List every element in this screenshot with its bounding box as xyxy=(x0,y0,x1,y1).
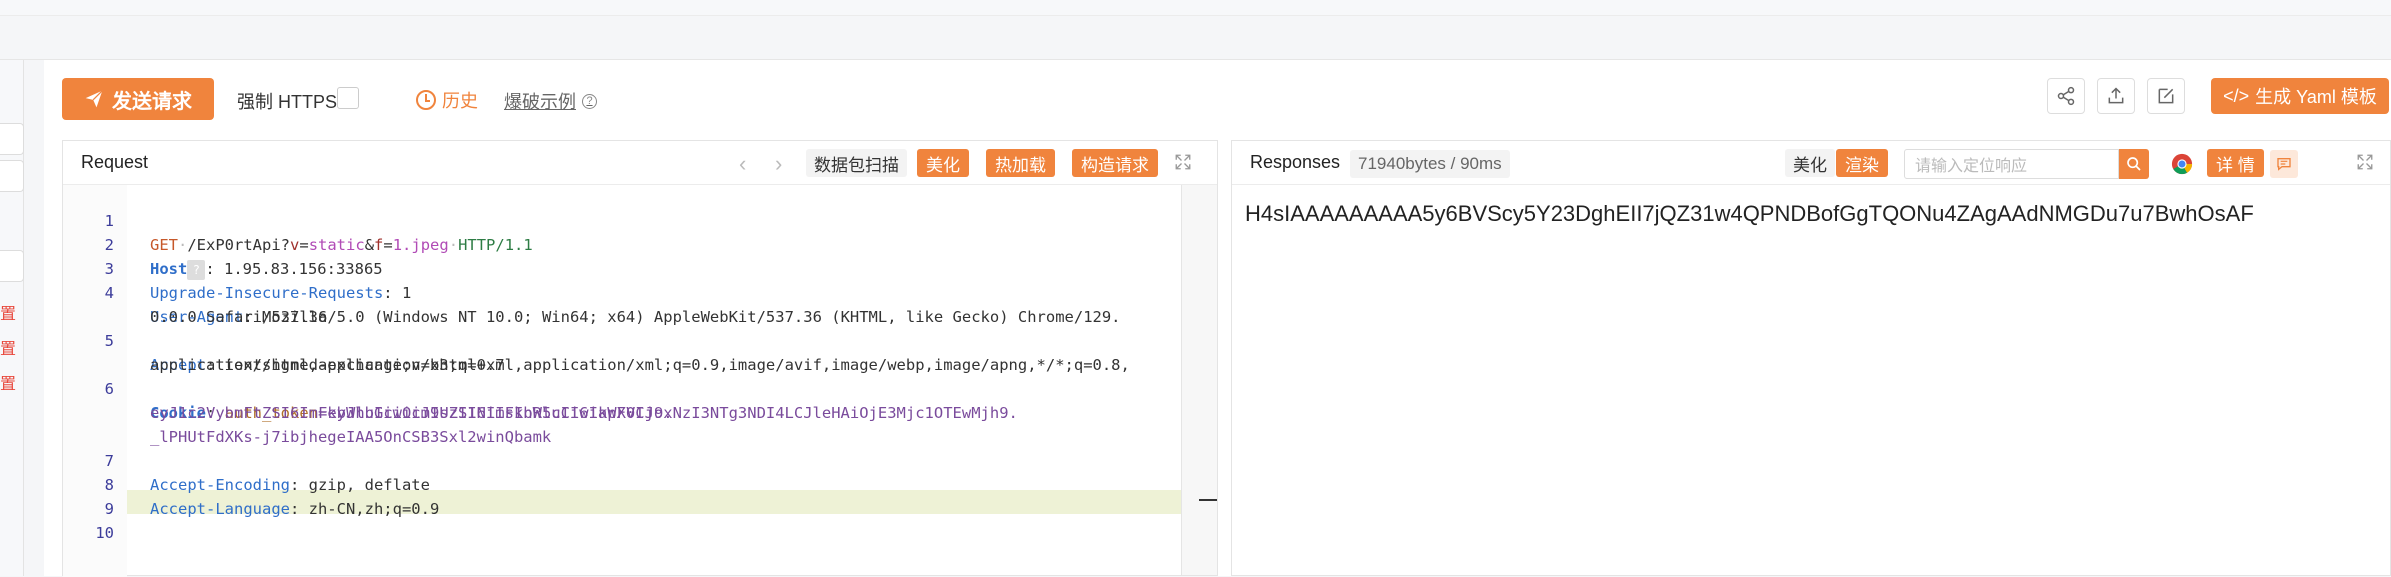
expand-icon[interactable] xyxy=(1174,153,1192,171)
generate-yaml-template-button[interactable]: </> 生成 Yaml 模板 xyxy=(2211,78,2389,114)
editor-scrollbar[interactable] xyxy=(1181,185,1217,575)
construct-request-button[interactable]: 构造请求 xyxy=(1072,149,1158,177)
beautify-button[interactable]: 美化 xyxy=(917,149,969,177)
upload-icon xyxy=(2108,87,2124,104)
edit-icon xyxy=(2158,88,2174,104)
code-line-wrap: eyJ1c2VybmFtZSI6ImFkbWluIiwicm9sZSI6ImFk… xyxy=(150,404,1018,422)
code-line: 6 Cookie: auth_token=eyJhbGciOiJIUzI1NiI… xyxy=(63,353,673,422)
share-icon xyxy=(2057,86,2075,106)
details-button[interactable]: 详 情 xyxy=(2207,149,2264,177)
bruteforce-examples-link[interactable]: 爆破示例 ? xyxy=(504,88,597,114)
code-line: 2 Host?: 1.95.83.156:33865 xyxy=(63,209,383,280)
response-panel: Responses 71940bytes / 90ms 美化 渲染 请输入定位响… xyxy=(1231,140,2391,576)
request-panel-header: Request ‹ › 数据包扫描 美化 热加载 构造请求 xyxy=(63,141,1217,185)
code-line-wrap: 0.0.0 Safari/537.36 xyxy=(150,308,328,326)
main-area: 发送请求 强制 HTTPS 历史 爆破示例 ? </> 生成 Yaml 模板 R… xyxy=(44,60,2391,577)
line-number: 10 xyxy=(95,524,114,542)
search-button[interactable] xyxy=(2119,149,2149,179)
top-bar xyxy=(0,16,2391,60)
response-beautify-button[interactable]: 美化 xyxy=(1785,149,1835,177)
top-strip xyxy=(0,0,2391,16)
send-request-button[interactable]: 发送请求 xyxy=(62,78,214,120)
left-rail-item[interactable]: 置 xyxy=(0,335,16,359)
response-panel-header: Responses 71940bytes / 90ms 美化 渲染 请输入定位响… xyxy=(1232,141,2390,185)
code-line: 3 Upgrade-Insecure-Requests: 1 xyxy=(63,233,412,302)
paper-plane-icon xyxy=(85,90,103,108)
chevron-left-icon[interactable]: ‹ xyxy=(739,151,746,177)
response-body[interactable]: H4sIAAAAAAAAA5y6BVScy5Y23DghEII7jQZ31w4Q… xyxy=(1245,201,2385,227)
comment-icon xyxy=(2277,158,2291,171)
code-line: 5 Accept: text/html,application/xhtml+xm… xyxy=(63,305,1130,374)
search-icon xyxy=(2127,157,2141,171)
expand-icon[interactable] xyxy=(2356,153,2374,171)
left-rail-field[interactable] xyxy=(0,160,24,192)
yaml-label: 生成 Yaml 模板 xyxy=(2255,87,2377,107)
scroll-position-marker xyxy=(1199,499,1217,501)
response-title: Responses xyxy=(1250,152,1341,172)
response-size-time: 71940bytes / 90ms xyxy=(1350,150,1510,178)
comment-button[interactable] xyxy=(2270,150,2298,178)
code-line-wrap: _lPHUtFdXKs-j7ibjhegeIAA5OnCSB3Sxl2winQb… xyxy=(150,428,552,446)
left-rail-field[interactable] xyxy=(0,250,24,282)
code-line: 4 User-Agent: Mozilla/5.0 (Windows NT 10… xyxy=(63,257,1121,326)
left-rail: 置 置 置 xyxy=(0,60,24,576)
request-title: Request xyxy=(81,152,149,172)
search-placeholder: 请输入定位响应 xyxy=(1915,158,2028,175)
export-button[interactable] xyxy=(2097,78,2135,114)
request-editor[interactable]: 1 GET·/ExP0rtApi?v=static&f=1.jpeg·HTTP/… xyxy=(63,185,1181,577)
https-label: 强制 HTTPS xyxy=(237,92,338,112)
clock-icon xyxy=(416,90,436,110)
request-panel: Request ‹ › 数据包扫描 美化 热加载 构造请求 1 GET·/ExP… xyxy=(62,140,1218,577)
code-line-wrap: application/signed-exchange;v=b3;q=0.7 xyxy=(150,356,505,374)
https-checkbox[interactable] xyxy=(337,87,359,109)
packet-scan-button[interactable]: 数据包扫描 xyxy=(806,149,907,177)
chrome-icon[interactable] xyxy=(2171,153,2193,175)
examples-label: 爆破示例 xyxy=(504,92,576,112)
help-icon: ? xyxy=(582,93,597,109)
history-button[interactable]: 历史 xyxy=(416,87,478,113)
host-hint-icon[interactable]: ? xyxy=(187,259,206,280)
code-line: 9 xyxy=(63,473,138,518)
edit-button[interactable] xyxy=(2147,78,2185,114)
left-rail-item[interactable]: 置 xyxy=(0,370,16,394)
hot-load-button[interactable]: 热加载 xyxy=(986,149,1055,177)
history-label: 历史 xyxy=(442,91,478,111)
code-line: 8 Accept-Language: zh-CN,zh;q=0.9 xyxy=(63,449,440,518)
code-icon: </> xyxy=(2223,85,2250,106)
code-line-active: 10 xyxy=(63,497,138,542)
code-line: 1 GET·/ExP0rtApi?v=static&f=1.jpeg·HTTP/… xyxy=(63,185,533,254)
left-rail-item[interactable]: 置 xyxy=(0,300,16,324)
left-rail-field[interactable] xyxy=(0,123,24,155)
chevron-right-icon[interactable]: › xyxy=(775,151,782,177)
code-line: 7 Accept-Encoding: gzip, deflate xyxy=(63,425,430,494)
send-request-label: 发送请求 xyxy=(112,90,192,113)
share-button[interactable] xyxy=(2047,78,2085,114)
render-button[interactable]: 渲染 xyxy=(1836,149,1888,177)
locate-response-input[interactable]: 请输入定位响应 xyxy=(1904,149,2119,179)
